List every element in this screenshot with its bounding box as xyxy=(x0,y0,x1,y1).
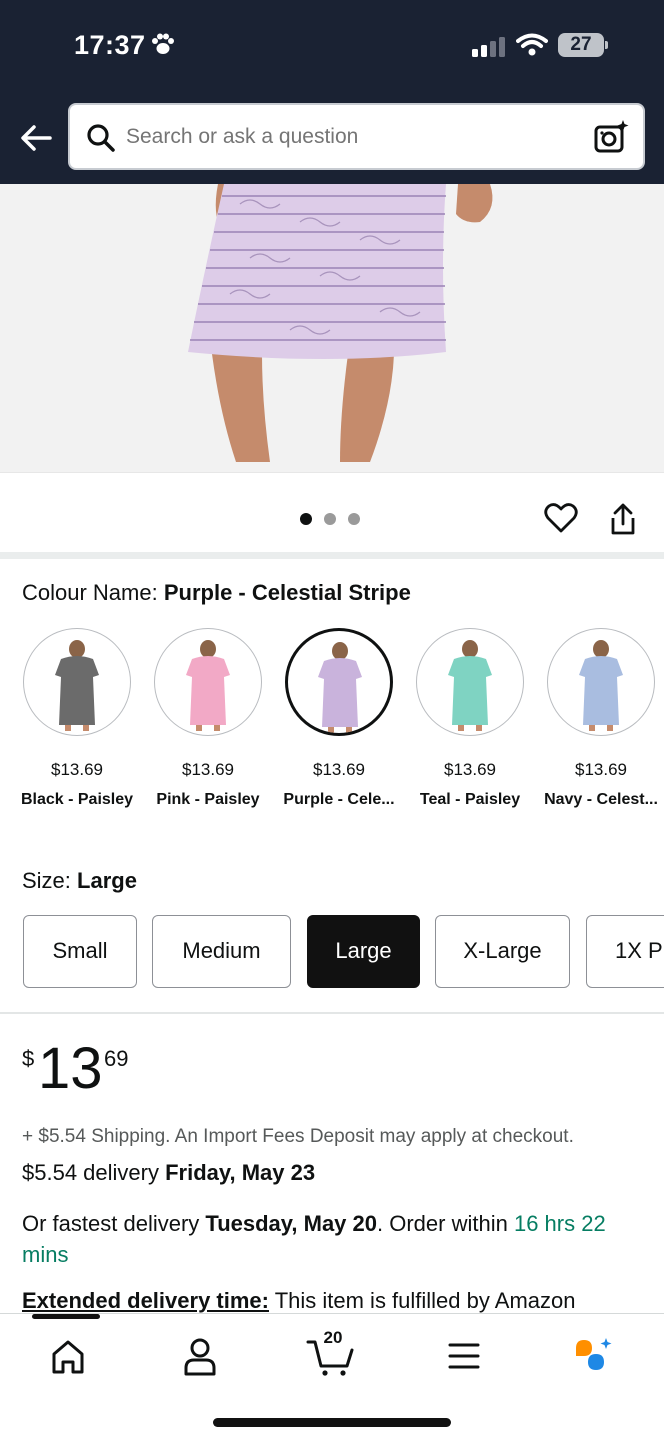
dress-photo xyxy=(0,184,664,472)
swatch-price: $13.69 xyxy=(51,760,103,779)
swatch-name: Navy - Celest... xyxy=(544,791,658,808)
extended-delivery-text: This item is fulfilled by Amazon xyxy=(274,1288,576,1313)
status-time: 17:37 xyxy=(74,30,146,60)
top-header: 17:37 27 xyxy=(0,0,664,184)
rufus-assistant-icon[interactable] xyxy=(566,1334,626,1378)
divider xyxy=(0,1012,664,1014)
price-currency: $ xyxy=(22,1046,35,1071)
share-icon[interactable] xyxy=(608,502,638,536)
extended-delivery-label[interactable]: Extended delivery time: xyxy=(22,1288,269,1313)
price-fraction: 69 xyxy=(104,1046,129,1071)
pagination-dot[interactable] xyxy=(348,513,360,525)
selected-colour: Purple - Celestial Stripe xyxy=(163,580,411,605)
size-option-button[interactable]: 1X Pl xyxy=(586,915,664,988)
divider xyxy=(0,472,664,473)
swatch-thumbnail xyxy=(416,628,524,736)
back-arrow-icon[interactable] xyxy=(16,118,56,158)
extended-delivery: Extended delivery time: This item is ful… xyxy=(22,1288,575,1314)
battery-nub xyxy=(605,41,608,49)
pagination-dot[interactable] xyxy=(324,513,336,525)
colour-swatch[interactable]: $13.69 Purple - Cele... xyxy=(283,628,395,808)
heart-icon[interactable] xyxy=(544,502,578,534)
swatch-price: $13.69 xyxy=(444,760,496,779)
swatch-price: $13.69 xyxy=(313,760,365,779)
battery-level: 27 xyxy=(570,34,592,55)
selected-size: Large xyxy=(77,868,137,893)
search-input[interactable] xyxy=(126,105,566,168)
swatch-thumbnail xyxy=(154,628,262,736)
delivery-estimate: $5.54 delivery Friday, May 23 xyxy=(22,1160,315,1186)
colour-swatch[interactable]: $13.69 Black - Paisley xyxy=(21,628,133,808)
swatch-thumbnail xyxy=(285,628,393,736)
active-tab-indicator xyxy=(32,1314,100,1319)
swatch-name: Purple - Cele... xyxy=(283,791,395,808)
paw-icon xyxy=(152,33,174,54)
colour-swatch[interactable]: $13.69 Teal - Paisley xyxy=(415,628,525,808)
cellular-signal-icon xyxy=(472,37,505,57)
swatch-name: Teal - Paisley xyxy=(419,791,521,808)
menu-icon[interactable] xyxy=(434,1334,494,1378)
size-label-text: Size: xyxy=(22,868,71,893)
swatch-thumbnail xyxy=(23,628,131,736)
size-label: Size: Large xyxy=(22,868,137,894)
search-bar[interactable] xyxy=(68,103,645,170)
fastest-date: Tuesday, May 20 xyxy=(205,1211,378,1236)
price-whole: 13 xyxy=(38,1036,103,1101)
swatch-thumbnail xyxy=(547,628,655,736)
delivery-price: $5.54 delivery xyxy=(22,1160,159,1185)
size-option-button[interactable]: Small xyxy=(23,915,137,988)
order-within: . Order within xyxy=(377,1211,508,1236)
section-separator xyxy=(0,552,664,559)
cart-count: 20 xyxy=(323,1328,343,1347)
swatch-name: Black - Paisley xyxy=(20,791,134,808)
wifi-icon xyxy=(516,33,548,56)
size-option-button[interactable]: Medium xyxy=(152,915,291,988)
cart-button[interactable]: 20 xyxy=(302,1328,362,1378)
colour-swatch[interactable]: $13.69 Pink - Paisley xyxy=(153,628,263,808)
colour-label-text: Colour Name: xyxy=(22,580,158,605)
shipping-note: + $5.54 Shipping. An Import Fees Deposit… xyxy=(22,1126,574,1147)
home-indicator xyxy=(213,1418,451,1427)
account-icon[interactable] xyxy=(170,1334,230,1378)
swatch-name: Pink - Paisley xyxy=(156,791,260,808)
size-option-button[interactable]: Large xyxy=(307,915,420,988)
pagination-dot[interactable] xyxy=(300,513,312,525)
colour-name-label: Colour Name: Purple - Celestial Stripe xyxy=(22,580,411,606)
size-option-button[interactable]: X-Large xyxy=(435,915,570,988)
product-image[interactable] xyxy=(0,184,664,472)
fastest-prefix: Or fastest delivery xyxy=(22,1211,200,1236)
swatch-price: $13.69 xyxy=(182,760,234,779)
home-icon[interactable] xyxy=(38,1334,98,1378)
camera-search-icon[interactable] xyxy=(593,119,629,155)
search-icon xyxy=(87,124,115,152)
swatch-price: $13.69 xyxy=(575,760,627,779)
fastest-delivery: Or fastest delivery Tuesday, May 20. Ord… xyxy=(22,1208,632,1270)
delivery-date: Friday, May 23 xyxy=(165,1160,316,1185)
image-pagination xyxy=(300,512,372,530)
battery-icon: 27 xyxy=(558,33,604,57)
colour-swatch[interactable]: $13.69 Navy - Celest... xyxy=(544,628,658,808)
